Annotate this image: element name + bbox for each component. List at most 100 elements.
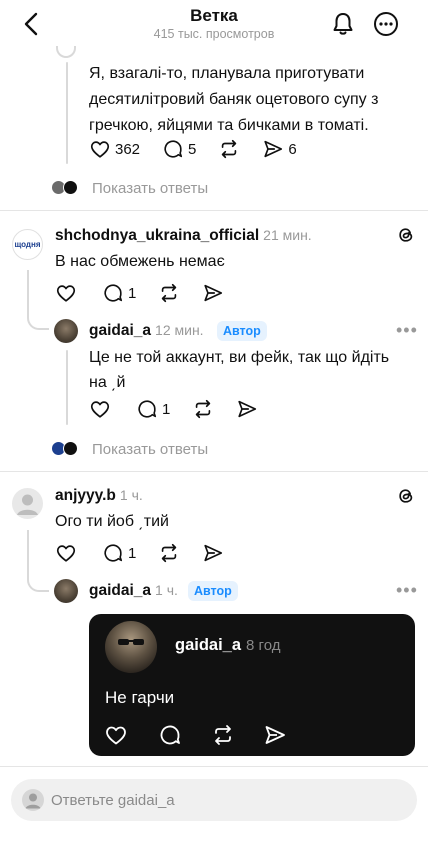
send-icon: [204, 284, 223, 302]
comment-time: 1 ч.: [119, 487, 143, 503]
repost-icon: [162, 283, 177, 303]
comment-button[interactable]: 5: [162, 138, 196, 160]
quote-time: 8 год: [246, 637, 281, 654]
like-count: 362: [115, 140, 141, 158]
reply-composer[interactable]: [11, 779, 417, 821]
sunglasses-icon: [118, 639, 144, 645]
username[interactable]: gaidai_a: [89, 322, 151, 339]
reply-author[interactable]: gaidai_a 1 ч.: [89, 582, 178, 600]
replier-avatar: [63, 180, 78, 195]
comment-text: В нас обмежень немає: [55, 253, 225, 270]
avatar: [22, 789, 44, 811]
comment-icon[interactable]: [158, 723, 182, 747]
default-user-icon: [17, 494, 38, 515]
post-actions: 362 5 6: [89, 136, 297, 162]
view-count: 415 тыс. просмотров: [153, 27, 275, 41]
comment-icon: [164, 140, 183, 158]
reply-time: 1 ч.: [155, 582, 178, 598]
comment-actions: 1: [55, 540, 224, 566]
repost-button[interactable]: [158, 282, 180, 304]
like-button[interactable]: [55, 282, 77, 304]
thread-line: [66, 62, 68, 164]
show-replies-link[interactable]: Показать ответы: [92, 441, 208, 458]
comment-button[interactable]: 1: [136, 398, 170, 420]
author-badge: Автор: [217, 321, 267, 341]
heart-icon: [90, 401, 110, 418]
avatar-logo-text: щодня: [14, 240, 41, 249]
more-options-icon[interactable]: •••: [396, 580, 418, 601]
page-title: Ветка: [190, 6, 238, 25]
avatar[interactable]: [105, 621, 157, 673]
like-button[interactable]: [89, 398, 111, 420]
share-button[interactable]: [202, 282, 224, 304]
comment-count: 1: [128, 544, 137, 562]
comment-icon: [138, 400, 157, 418]
send-icon[interactable]: [263, 723, 287, 747]
reply-time: 12 мин.: [155, 322, 204, 338]
like-button[interactable]: 362: [89, 138, 140, 160]
repost-button[interactable]: [192, 398, 214, 420]
comment-count: 1: [162, 400, 171, 418]
send-icon: [264, 140, 283, 158]
bell-icon[interactable]: [329, 10, 357, 38]
send-icon: [204, 544, 223, 562]
comment-author[interactable]: anjyyy.b 1 ч.: [55, 487, 143, 505]
author-badge: Автор: [188, 581, 238, 601]
share-button[interactable]: [202, 542, 224, 564]
repost-icon: [162, 543, 177, 563]
post-text: Я, взагалі-то, планувала приготувати дес…: [89, 65, 379, 134]
heart-icon[interactable]: [104, 723, 128, 747]
username[interactable]: shchodnya_ukraina_official: [55, 227, 259, 244]
quoted-post-card[interactable]: gaidai_a 8 год Не гарчи: [89, 614, 415, 756]
more-options-icon[interactable]: •••: [396, 320, 418, 341]
comment-text: Ого ти йоб ͵тий: [55, 513, 169, 530]
reply-actions: 1: [89, 396, 258, 422]
username[interactable]: gaidai_a: [89, 582, 151, 599]
comment-icon: [104, 544, 123, 562]
divider: [0, 210, 428, 211]
thread-line: [66, 350, 68, 425]
reply-text: Це не той аккаунт, ви фейк, так що йдіть…: [89, 349, 390, 391]
repost-icon[interactable]: [211, 723, 235, 747]
avatar[interactable]: [12, 488, 43, 519]
repost-button[interactable]: [218, 138, 240, 160]
comment-count: 5: [188, 140, 197, 158]
threads-logo-icon[interactable]: [396, 486, 416, 506]
divider: [0, 766, 428, 767]
default-user-icon: [25, 793, 41, 809]
repost-icon: [222, 139, 237, 159]
threads-logo-icon[interactable]: [396, 225, 416, 245]
more-options-icon[interactable]: [372, 10, 400, 38]
like-button[interactable]: [55, 542, 77, 564]
comment-button[interactable]: 1: [102, 282, 136, 304]
quote-actions: [104, 723, 287, 747]
show-replies-link[interactable]: Показать ответы: [92, 180, 208, 197]
share-button[interactable]: 6: [262, 138, 297, 160]
heart-icon: [56, 285, 76, 302]
replier-avatar: [63, 441, 78, 456]
comment-button[interactable]: 1: [102, 542, 136, 564]
comment-author[interactable]: shchodnya_ukraina_official 21 мин.: [55, 227, 312, 245]
reply-author[interactable]: gaidai_a 12 мин.: [89, 322, 204, 340]
quote-text: Не гарчи: [105, 688, 175, 707]
avatar[interactable]: [54, 319, 78, 343]
divider: [0, 471, 428, 472]
comment-count: 1: [128, 284, 137, 302]
comment-actions: 1: [55, 280, 224, 306]
quote-author[interactable]: gaidai_a 8 год: [175, 636, 280, 655]
heart-icon: [90, 141, 110, 158]
username[interactable]: gaidai_a: [175, 636, 241, 654]
avatar[interactable]: щодня: [12, 229, 43, 260]
share-count: 6: [288, 140, 297, 158]
comment-icon: [104, 284, 123, 302]
username[interactable]: anjyyy.b: [55, 487, 116, 504]
avatar[interactable]: [54, 579, 78, 603]
repost-icon: [196, 399, 211, 419]
send-icon: [238, 400, 257, 418]
reply-connector: [27, 270, 49, 330]
share-button[interactable]: [236, 398, 258, 420]
comment-time: 21 мин.: [263, 227, 312, 243]
reply-connector: [27, 530, 49, 592]
repost-button[interactable]: [158, 542, 180, 564]
reply-input[interactable]: [51, 779, 401, 821]
